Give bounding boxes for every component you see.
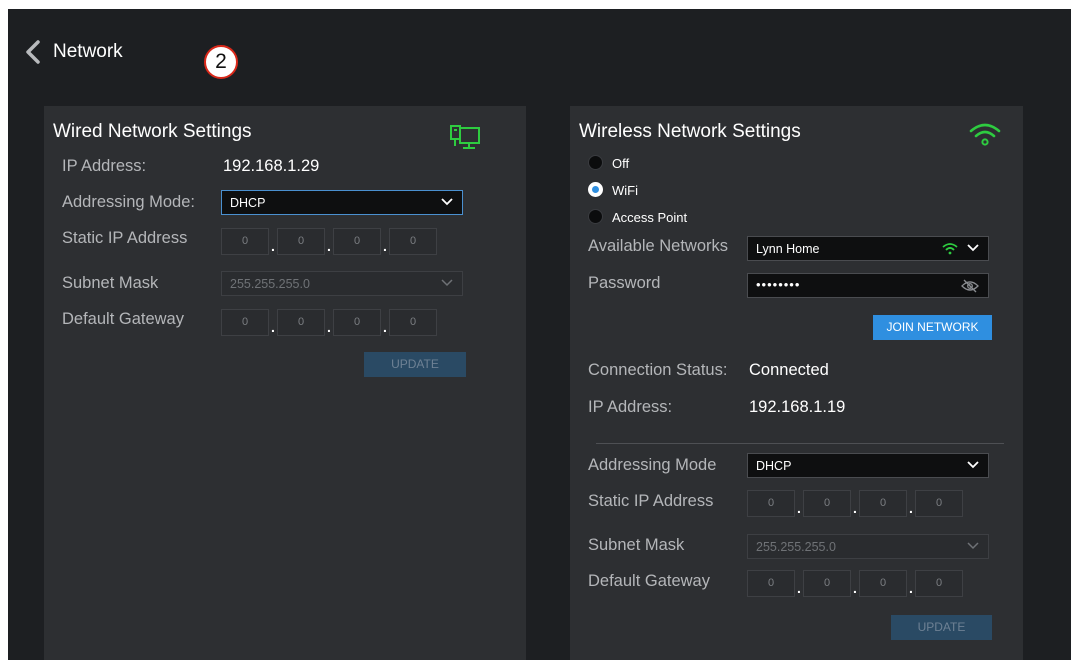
wired-gateway-label: Default Gateway — [62, 310, 184, 328]
connection-status-label: Connection Status: — [588, 361, 728, 379]
ip-octet[interactable]: 0 — [389, 309, 437, 336]
wired-addressing-mode-select[interactable]: DHCP — [221, 190, 463, 215]
wired-subnet-label: Subnet Mask — [62, 274, 159, 292]
connection-status-value: Connected — [749, 361, 829, 379]
octet-separator: . — [797, 500, 801, 516]
octet-separator: . — [909, 580, 913, 596]
ip-octet[interactable]: 0 — [221, 228, 269, 255]
chevron-down-icon — [441, 198, 453, 206]
app-window: Network 2 Wired Network Settings IP Addr… — [8, 9, 1071, 660]
octet-separator: . — [383, 238, 387, 254]
ip-octet[interactable]: 0 — [803, 570, 851, 597]
octet-separator: . — [271, 319, 275, 335]
wired-mode-value: DHCP — [230, 196, 266, 210]
network-value: Lynn Home — [756, 242, 820, 256]
wired-static-ip-label: Static IP Address — [62, 229, 188, 247]
ip-octet[interactable]: 0 — [333, 228, 381, 255]
ip-octet[interactable]: 0 — [915, 490, 963, 517]
available-networks-label: Available Networks — [588, 237, 729, 255]
step-badge: 2 — [204, 45, 238, 79]
ethernet-icon — [450, 125, 480, 149]
radio-off-label: Off — [612, 156, 630, 171]
ip-octet[interactable]: 0 — [859, 570, 907, 597]
wireless-static-ip-input[interactable]: 0 . 0 . 0 . 0 — [747, 490, 965, 517]
radio-wifi-label: WiFi — [612, 183, 638, 198]
ip-octet[interactable]: 0 — [277, 309, 325, 336]
password-value: •••••••• — [756, 277, 801, 292]
wireless-ip-value: 192.168.1.19 — [749, 398, 846, 416]
password-label: Password — [588, 274, 661, 292]
ip-octet[interactable]: 0 — [747, 570, 795, 597]
radio-access-point[interactable] — [588, 209, 603, 224]
wired-ip-label: IP Address: — [62, 157, 147, 175]
chevron-down-icon — [967, 542, 979, 550]
octet-separator: . — [909, 500, 913, 516]
ip-octet[interactable]: 0 — [747, 490, 795, 517]
section-divider — [596, 443, 1004, 444]
ip-octet[interactable]: 0 — [803, 490, 851, 517]
wired-panel-title: Wired Network Settings — [53, 121, 252, 142]
wireless-static-ip-label: Static IP Address — [588, 492, 714, 510]
radio-off[interactable] — [588, 155, 603, 170]
wired-static-ip-input[interactable]: 0 . 0 . 0 . 0 — [221, 228, 439, 255]
network-select[interactable]: Lynn Home — [747, 236, 989, 261]
wireless-addressing-mode-select[interactable]: DHCP — [747, 453, 989, 478]
chevron-down-icon — [967, 244, 979, 252]
wired-update-button[interactable]: UPDATE — [364, 352, 466, 377]
octet-separator: . — [383, 319, 387, 335]
wireless-gateway-input[interactable]: 0 . 0 . 0 . 0 — [747, 570, 965, 597]
wireless-subnet-label: Subnet Mask — [588, 536, 685, 554]
wifi-icon — [969, 123, 1001, 146]
wired-ip-value: 192.168.1.29 — [223, 157, 320, 175]
wireless-ip-label: IP Address: — [588, 398, 673, 416]
ip-octet[interactable]: 0 — [333, 309, 381, 336]
wired-subnet-select: 255.255.255.0 — [221, 271, 463, 296]
wired-mode-label: Addressing Mode: — [62, 193, 195, 211]
wireless-settings-panel: Wireless Network Settings Off WiFi Acces… — [570, 106, 1023, 660]
wireless-mode-value: DHCP — [756, 459, 792, 473]
wireless-update-button[interactable]: UPDATE — [891, 615, 992, 640]
wireless-panel-title: Wireless Network Settings — [579, 121, 801, 142]
chevron-down-icon — [967, 461, 979, 469]
radio-wifi[interactable] — [588, 182, 603, 197]
octet-separator: . — [271, 238, 275, 254]
wireless-mode-label: Addressing Mode — [588, 456, 717, 474]
octet-separator: . — [327, 319, 331, 335]
chevron-down-icon — [441, 279, 453, 287]
join-network-button[interactable]: JOIN NETWORK — [873, 315, 992, 340]
ip-octet[interactable]: 0 — [277, 228, 325, 255]
octet-separator: . — [853, 500, 857, 516]
ip-octet[interactable]: 0 — [915, 570, 963, 597]
wired-subnet-value: 255.255.255.0 — [230, 277, 310, 291]
wired-gateway-input[interactable]: 0 . 0 . 0 . 0 — [221, 309, 439, 336]
wired-settings-panel: Wired Network Settings IP Address: 192.1… — [44, 106, 526, 660]
wireless-subnet-value: 255.255.255.0 — [756, 540, 836, 554]
wifi-signal-icon — [942, 243, 958, 255]
ip-octet[interactable]: 0 — [389, 228, 437, 255]
back-chevron-icon[interactable] — [22, 39, 44, 65]
radio-access-point-label: Access Point — [612, 210, 688, 225]
wireless-subnet-select: 255.255.255.0 — [747, 534, 989, 559]
octet-separator: . — [797, 580, 801, 596]
wireless-gateway-label: Default Gateway — [588, 572, 710, 590]
eye-hidden-icon[interactable] — [961, 279, 979, 293]
octet-separator: . — [327, 238, 331, 254]
password-field[interactable]: •••••••• — [747, 273, 989, 298]
octet-separator: . — [853, 580, 857, 596]
ip-octet[interactable]: 0 — [221, 309, 269, 336]
page-title: Network — [53, 41, 123, 62]
ip-octet[interactable]: 0 — [859, 490, 907, 517]
